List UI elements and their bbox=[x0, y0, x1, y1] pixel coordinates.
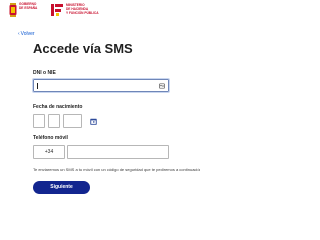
coat-of-arms-icon bbox=[9, 3, 17, 17]
back-link[interactable]: ‹Volver bbox=[18, 31, 35, 37]
agency-logo-icon bbox=[51, 4, 63, 16]
calendar-button[interactable] bbox=[88, 114, 98, 128]
ministry-logo-text: MINISTERIO DE HACIENDA Y FUNCIÓN PÚBLICA bbox=[66, 3, 99, 15]
month-input[interactable] bbox=[48, 114, 60, 128]
phone-label: Teléfono móvil bbox=[33, 135, 68, 141]
phone-input[interactable] bbox=[67, 145, 169, 159]
chevron-left-icon: ‹ bbox=[18, 31, 20, 37]
next-button[interactable]: Siguiente bbox=[33, 181, 90, 194]
page-title: Accede vía SMS bbox=[33, 41, 133, 56]
government-logo: GOBIERNO DE ESPAÑA bbox=[9, 2, 40, 19]
ministry-logo: MINISTERIO DE HACIENDA Y FUNCIÓN PÚBLICA bbox=[51, 2, 109, 19]
government-logo-text: GOBIERNO DE ESPAÑA bbox=[19, 2, 38, 10]
country-prefix[interactable]: +34 bbox=[33, 145, 65, 159]
header: GOBIERNO DE ESPAÑA MINISTERIO DE HACIEND… bbox=[0, 0, 200, 24]
id-card-icon[interactable] bbox=[159, 83, 165, 89]
calendar-icon bbox=[89, 118, 97, 125]
dni-label: DNI o NIE bbox=[33, 70, 56, 76]
text-caret bbox=[37, 83, 38, 89]
day-input[interactable] bbox=[33, 114, 45, 128]
birth-date-label: Fecha de nacimiento bbox=[33, 104, 83, 110]
helper-text: Te enviaremos un SMS a tu móvil con un c… bbox=[33, 167, 200, 172]
back-link-label: Volver bbox=[20, 31, 35, 37]
year-input[interactable] bbox=[63, 114, 82, 128]
dni-input[interactable] bbox=[32, 78, 170, 93]
